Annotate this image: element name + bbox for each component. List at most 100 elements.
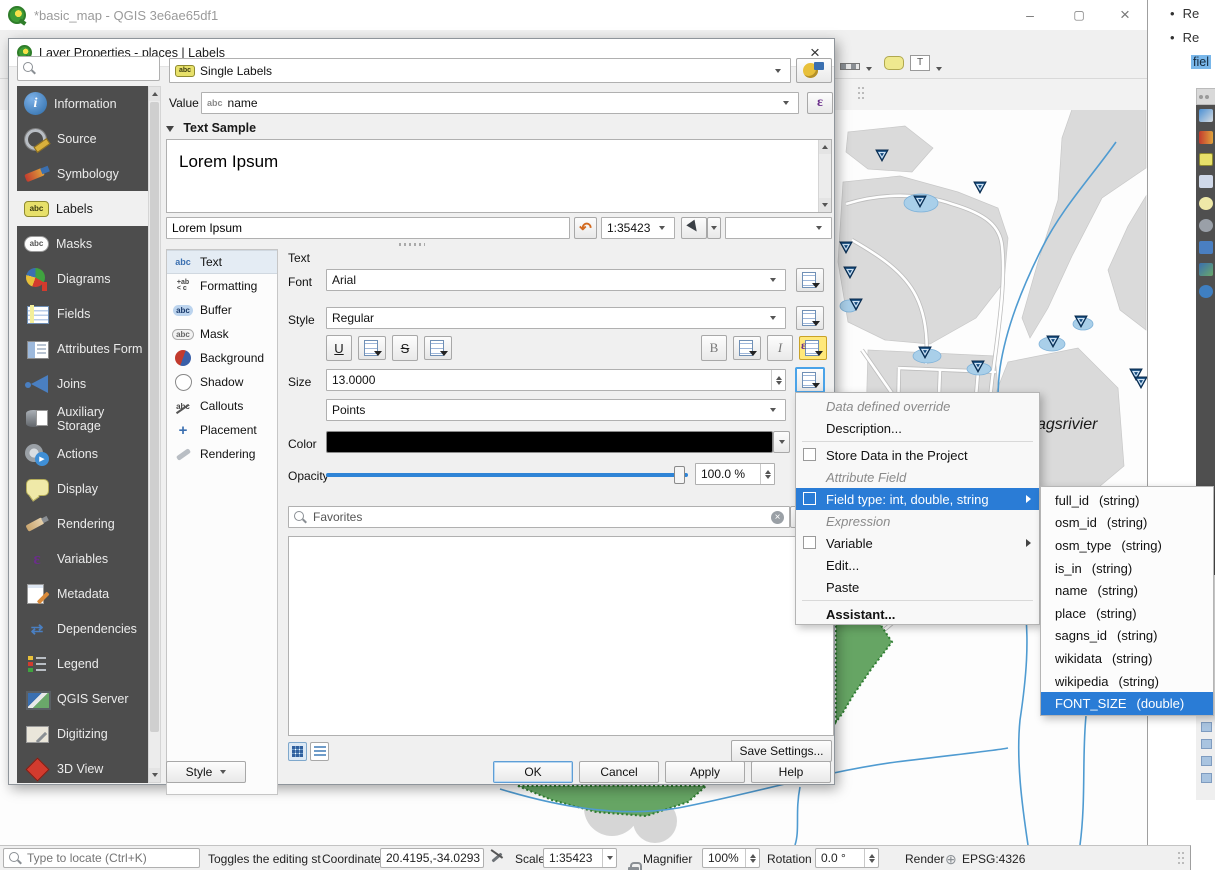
menu-item-store-data[interactable]: Store Data in the Project	[796, 444, 1039, 466]
scroll-up-icon[interactable]	[819, 140, 831, 154]
map-settings-dropdown[interactable]	[707, 217, 721, 239]
menu-item-description[interactable]: Description...	[796, 417, 1039, 439]
scalebar-icon[interactable]	[840, 63, 860, 70]
checkbox-icon[interactable]	[803, 492, 816, 505]
sidebar-item-digitizing[interactable]: Digitizing	[17, 716, 148, 751]
icon-view-button[interactable]	[288, 742, 307, 761]
sidebar-item-source[interactable]: Source	[17, 121, 148, 156]
crs-label[interactable]: EPSG:4326	[962, 846, 1025, 870]
reset-sample-button[interactable]: ↶	[574, 217, 597, 239]
favorites-search[interactable]: Favorites	[288, 506, 790, 528]
annotation-dropdown-icon[interactable]	[936, 67, 942, 71]
underline-button[interactable]: U	[326, 335, 352, 361]
menu-item-variable[interactable]: Variable	[796, 532, 1039, 554]
resize-grip[interactable]	[1178, 852, 1184, 866]
locate-box[interactable]	[3, 848, 200, 868]
text-annotation-icon[interactable]	[910, 55, 930, 71]
tab-buffer[interactable]: Buffer	[167, 298, 277, 322]
sidebar-item-dependencies[interactable]: Dependencies	[17, 611, 148, 646]
scrollbar-thumb[interactable]	[150, 102, 159, 732]
editing-icon[interactable]	[490, 851, 504, 865]
color-swatch[interactable]	[326, 431, 773, 453]
font-combo[interactable]: Arial	[326, 269, 786, 291]
tab-text[interactable]: Text	[167, 250, 277, 274]
magnifier-spin[interactable]: 100%	[702, 848, 760, 868]
minimize-icon[interactable]	[1013, 4, 1047, 26]
preview-scrollbar[interactable]	[818, 140, 831, 212]
field-item-osm-type[interactable]: osm_type(string)	[1041, 534, 1213, 557]
locate-input[interactable]	[27, 851, 187, 865]
scalebar-dropdown-icon[interactable]	[866, 67, 872, 71]
preview-background-combo[interactable]	[725, 217, 832, 239]
sidebar-item-attributes-form[interactable]: Attributes Form	[17, 331, 148, 366]
menu-item-assistant[interactable]: Assistant...	[796, 603, 1039, 625]
sidebar-item-actions[interactable]: Actions	[17, 436, 148, 471]
opacity-slider[interactable]	[326, 465, 688, 485]
field-item-wikipedia[interactable]: wikipedia(string)	[1041, 670, 1213, 693]
scroll-down-icon[interactable]	[819, 198, 831, 212]
field-item-font-size[interactable]: FONT_SIZE(double)	[1041, 692, 1213, 715]
maximize-icon[interactable]	[1062, 4, 1096, 26]
checkbox-icon[interactable]	[803, 448, 816, 461]
map-settings-button[interactable]	[681, 217, 707, 239]
size-unit-combo[interactable]: Points	[326, 399, 786, 421]
sidebar-item-rendering[interactable]: Rendering	[17, 506, 148, 541]
style-gallery[interactable]	[288, 536, 834, 736]
size-spinbox[interactable]: 13.0000	[326, 369, 786, 391]
tab-mask[interactable]: Mask	[167, 322, 277, 346]
automated-placement-button[interactable]	[796, 58, 832, 83]
sidebar-item-3d-view[interactable]: 3D View	[17, 751, 148, 783]
tab-shadow[interactable]: Shadow	[167, 370, 277, 394]
toolbar-grip[interactable]	[858, 87, 864, 101]
sidebar-item-fields[interactable]: Fields	[17, 296, 148, 331]
strikethrough-data-defined-button[interactable]	[424, 336, 452, 360]
field-item-name[interactable]: name(string)	[1041, 579, 1213, 602]
sidebar-item-symbology[interactable]: Symbology	[17, 156, 148, 191]
scroll-down-icon[interactable]	[149, 768, 160, 782]
sidebar-item-joins[interactable]: Joins	[17, 366, 148, 401]
field-item-wikidata[interactable]: wikidata(string)	[1041, 647, 1213, 670]
opacity-spinbox[interactable]: 100.0 %	[695, 463, 775, 485]
tab-rendering[interactable]: Rendering	[167, 442, 277, 466]
sidebar-scrollbar[interactable]	[148, 86, 161, 783]
preview-scale-combo[interactable]: 1:35423	[601, 217, 675, 239]
opacity-spinner[interactable]	[760, 464, 774, 484]
labeling-mode-combo[interactable]: Single Labels	[169, 58, 791, 83]
sidebar-item-labels[interactable]: Labels	[17, 191, 148, 226]
field-item-sagns-id[interactable]: sagns_id(string)	[1041, 625, 1213, 648]
field-item-is-in[interactable]: is_in(string)	[1041, 557, 1213, 580]
coordinate-box[interactable]: 20.4195,-34.0293	[380, 848, 484, 868]
rotation-spinner[interactable]	[864, 849, 878, 867]
close-icon[interactable]	[1108, 4, 1142, 26]
value-combo[interactable]: abc name	[201, 92, 799, 114]
apply-button[interactable]: Apply	[665, 761, 745, 783]
font-data-defined-button[interactable]	[796, 268, 824, 292]
tab-formatting[interactable]: Formatting	[167, 274, 277, 298]
maptips-icon[interactable]	[884, 56, 904, 70]
rotation-spin[interactable]: 0.0 °	[815, 848, 879, 868]
sample-text-field[interactable]	[172, 221, 564, 235]
clear-icon[interactable]	[771, 511, 784, 524]
sidebar-item-display[interactable]: Display	[17, 471, 148, 506]
text-sample-header[interactable]: Text Sample	[166, 121, 256, 135]
color-dropdown[interactable]	[773, 431, 790, 453]
style-combo[interactable]: Regular	[326, 307, 786, 329]
scroll-up-icon[interactable]	[149, 87, 160, 101]
scale-combo[interactable]: 1:35423	[543, 848, 617, 868]
magnifier-spinner[interactable]	[745, 849, 759, 867]
properties-search-input[interactable]	[17, 56, 160, 81]
list-view-button[interactable]	[310, 742, 329, 761]
style-data-defined-button[interactable]	[796, 306, 824, 330]
help-button[interactable]: Help	[751, 761, 831, 783]
sidebar-item-auxiliary-storage[interactable]: Auxiliary Storage	[17, 401, 148, 436]
bold-button[interactable]: B	[701, 335, 727, 361]
menu-item-field-type[interactable]: Field type: int, double, string	[796, 488, 1039, 510]
splitter-handle[interactable]	[399, 243, 425, 246]
style-menu-button[interactable]: Style	[166, 761, 246, 783]
italic-data-defined-button[interactable]: ε	[799, 336, 827, 360]
strikethrough-button[interactable]: S	[392, 335, 418, 361]
sidebar-item-masks[interactable]: Masks	[17, 226, 148, 261]
cancel-button[interactable]: Cancel	[579, 761, 659, 783]
sidebar-item-diagrams[interactable]: Diagrams	[17, 261, 148, 296]
ok-button[interactable]: OK	[493, 761, 573, 783]
